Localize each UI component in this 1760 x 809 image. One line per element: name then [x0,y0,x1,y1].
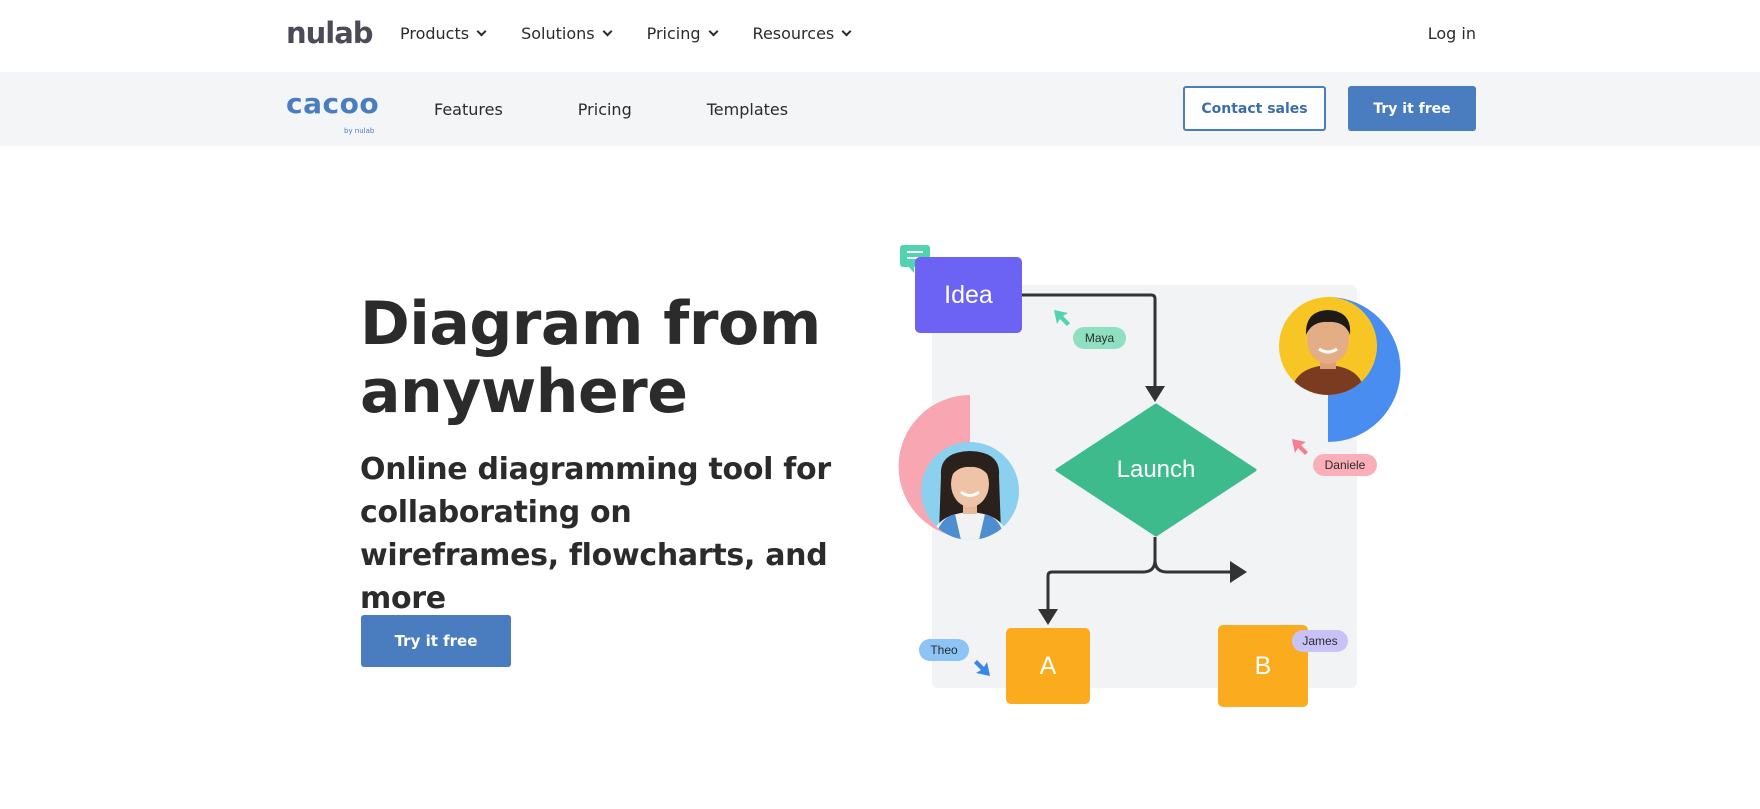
node-a: A [1006,628,1090,704]
comment-icon-line [907,251,923,253]
nulab-logo[interactable]: nulab [286,16,374,50]
product-nav-features[interactable]: Features [434,100,503,119]
top-nav: nulab Products Solutions Pricing Resourc… [0,0,1760,72]
chevron-down-icon [708,26,718,37]
cursor-arrow-icon [1292,439,1308,455]
product-nav-pricing[interactable]: Pricing [578,100,632,119]
hero-title: Diagram from anywhere [360,289,821,427]
collaborator-tag-daniele: Daniele [1313,454,1377,476]
nav-resources-label: Resources [752,24,835,43]
node-idea: Idea [915,257,1022,333]
hero-subtitle: Online diagramming tool for collaboratin… [360,452,831,616]
cacoo-logo-text: cacoo [286,87,380,120]
contact-sales-button[interactable]: Contact sales [1183,86,1326,131]
nav-pricing-label: Pricing [646,24,701,43]
nav-solutions[interactable]: Solutions [521,24,613,43]
try-free-hero-button[interactable]: Try it free [361,615,511,667]
nav-products-label: Products [400,24,470,43]
nav-products[interactable]: Products [400,24,487,43]
avatar-man [1279,297,1377,395]
chevron-down-icon [602,26,613,37]
cursor-arrow-icon [1054,310,1070,326]
chevron-down-icon [841,26,852,37]
avatar-man-illustration [1291,310,1365,395]
product-bar: cacoo by nulab Features Pricing Template… [0,72,1760,146]
cursor-arrow-icon [974,660,990,676]
cacoo-logo[interactable]: cacoo by nulab [286,87,380,136]
product-nav-templates[interactable]: Templates [707,100,788,119]
nav-resources[interactable]: Resources [752,24,852,43]
diagram-illustration: Idea Launch A B Maya Daniele Theo James [895,240,1415,710]
product-menu: Features Pricing Templates [434,100,863,119]
avatar-woman [921,442,1019,540]
cacoo-byline: by nulab [344,127,375,135]
nav-pricing[interactable]: Pricing [646,24,718,43]
node-launch-label: Launch [1116,456,1196,483]
login-link[interactable]: Log in [1428,24,1476,43]
collaborator-tag-james: James [1292,630,1348,652]
try-free-header-button[interactable]: Try it free [1348,86,1476,131]
collaborator-tag-maya: Maya [1073,327,1126,349]
collaborator-tag-theo: Theo [919,639,969,661]
avatar-woman-illustration [931,451,1009,540]
chevron-down-icon [476,26,487,37]
top-menu: Products Solutions Pricing Resources [400,24,886,43]
nav-solutions-label: Solutions [521,24,595,43]
